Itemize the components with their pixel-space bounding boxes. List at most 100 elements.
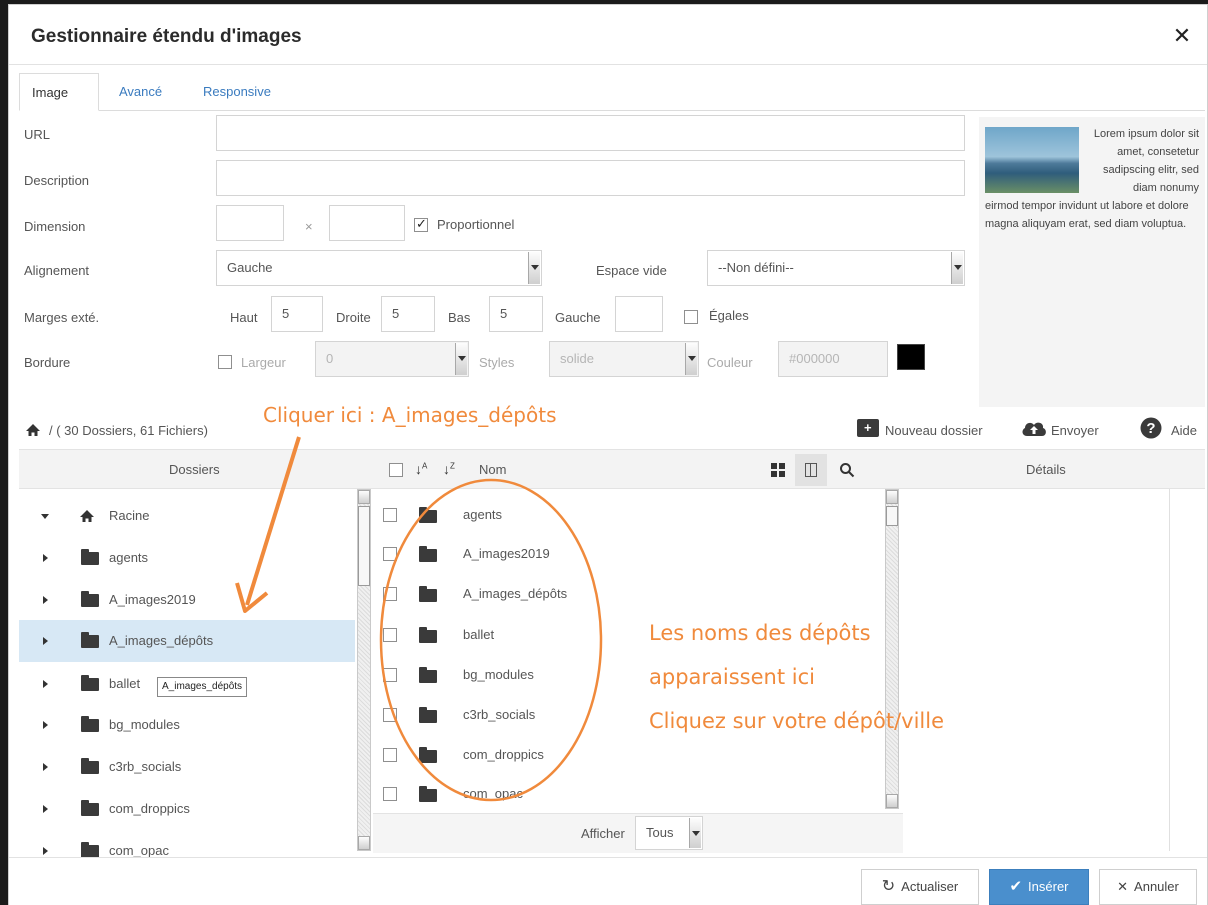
refresh-button[interactable]: ↻ Actualiser — [861, 869, 979, 905]
chevron-right-icon[interactable] — [43, 763, 48, 771]
tree-item-label: agents — [109, 550, 149, 565]
preview-panel: Lorem ipsum dolor sit amet, consetetur s… — [979, 117, 1205, 407]
sort-desc-icon[interactable]: ↓Z — [443, 461, 455, 477]
tree-item-com-opac[interactable]: com_opac — [19, 830, 355, 857]
col-details: Détails — [1026, 462, 1066, 477]
x-icon: ✕ — [1117, 879, 1129, 894]
scroll-thumb[interactable] — [886, 506, 898, 526]
chevron-down-icon — [455, 343, 467, 375]
search-icon[interactable] — [839, 462, 855, 478]
dialog-title: Gestionnaire étendu d'images — [31, 26, 302, 47]
alignement-select[interactable]: Gauche — [216, 250, 542, 286]
select-all-checkbox[interactable] — [389, 463, 403, 477]
tree-item-label: com_opac — [109, 843, 169, 857]
file-list-scrollbar[interactable] — [885, 489, 899, 809]
afficher-value: Tous — [646, 825, 674, 840]
help-icon[interactable]: ? — [1140, 417, 1162, 439]
height-input[interactable] — [329, 205, 405, 241]
tree-item-c3rb-socials[interactable]: c3rb_socials — [19, 746, 355, 788]
proportionnel-checkbox[interactable] — [414, 216, 428, 232]
chevron-right-icon[interactable] — [43, 637, 48, 645]
tree-item-label: A_images2019 — [109, 592, 196, 607]
chevron-right-icon[interactable] — [43, 596, 48, 604]
chevron-right-icon[interactable] — [43, 805, 48, 813]
refresh-label: Actualiser — [901, 879, 959, 894]
afficher-select[interactable]: Tous — [635, 816, 703, 850]
droite-input[interactable]: 5 — [381, 296, 435, 332]
tree-item-label: Racine — [109, 508, 150, 523]
url-label: URL — [24, 127, 51, 142]
folder-icon — [81, 549, 99, 565]
home-icon[interactable] — [25, 423, 41, 437]
home-icon — [80, 510, 94, 522]
chevron-right-icon[interactable] — [43, 721, 48, 729]
breadcrumb[interactable]: / ( 30 Dossiers, 61 Fichiers) — [49, 423, 208, 438]
tooltip: A_images_dépôts — [157, 677, 248, 697]
folder-tree-scrollbar[interactable] — [357, 489, 371, 851]
new-folder-button[interactable]: Nouveau dossier — [885, 423, 983, 438]
col-folders: Dossiers — [169, 462, 220, 477]
chevron-down-icon — [951, 252, 963, 284]
styles-value: solide — [560, 351, 594, 366]
close-icon[interactable]: ✕ — [1169, 23, 1195, 49]
scroll-down-button[interactable] — [886, 794, 898, 808]
tree-item-label: c3rb_socials — [109, 759, 182, 774]
list-view-icon[interactable] — [795, 454, 827, 486]
tree-item-label: A_images_dépôts — [109, 633, 214, 648]
url-input[interactable] — [216, 115, 965, 151]
description-label: Description — [24, 173, 90, 188]
tab-image[interactable]: Image — [19, 73, 99, 111]
tree-item-com-droppics[interactable]: com_droppics — [19, 788, 355, 830]
largeur-select[interactable]: 0 — [315, 341, 469, 377]
bordure-checkbox[interactable] — [218, 355, 232, 369]
new-folder-icon[interactable]: + — [857, 419, 879, 437]
insert-button[interactable]: ✔ Insérer — [989, 869, 1089, 905]
folder-icon — [81, 716, 99, 732]
scroll-thumb[interactable] — [358, 506, 370, 586]
insert-label: Insérer — [1028, 879, 1069, 894]
filemanager-header: Dossiers ↓A ↓Z Nom Détails — [19, 449, 1205, 489]
bordure-label: Bordure — [24, 355, 71, 370]
tab-avance[interactable]: Avancé — [107, 73, 174, 111]
tab-responsive[interactable]: Responsive — [191, 73, 283, 111]
chevron-down-icon — [685, 343, 697, 375]
col-name[interactable]: Nom — [479, 462, 506, 477]
bas-input[interactable]: 5 — [489, 296, 543, 332]
chevron-down-icon — [689, 818, 701, 848]
upload-cloud-icon[interactable] — [1020, 418, 1048, 438]
help-button[interactable]: Aide — [1171, 423, 1197, 438]
chevron-right-icon[interactable] — [43, 680, 48, 688]
grid-view-icon[interactable] — [771, 463, 785, 477]
marges-label: Marges exté. — [24, 310, 100, 325]
dimension-label: Dimension — [24, 219, 86, 234]
upload-button[interactable]: Envoyer — [1051, 423, 1099, 438]
scroll-down-button[interactable] — [358, 836, 370, 850]
width-input[interactable] — [216, 205, 284, 241]
scroll-up-button[interactable] — [358, 490, 370, 504]
scroll-up-button[interactable] — [886, 490, 898, 504]
espace-vide-select[interactable]: --Non défini-- — [707, 250, 965, 286]
gauche-label: Gauche — [555, 310, 601, 325]
gauche-input[interactable] — [615, 296, 663, 332]
styles-select[interactable]: solide — [549, 341, 699, 377]
egales-checkbox[interactable] — [684, 310, 698, 324]
couleur-input[interactable]: #000000 — [778, 341, 888, 377]
alignement-value: Gauche — [227, 260, 273, 275]
haut-input[interactable]: 5 — [271, 296, 323, 332]
color-swatch[interactable] — [897, 344, 925, 370]
dimension-times: × — [305, 219, 313, 234]
preview-image — [985, 127, 1079, 193]
cancel-button[interactable]: ✕ Annuler — [1099, 869, 1197, 905]
tree-item-bg-modules[interactable]: bg_modules — [19, 704, 355, 746]
annotation-ellipse — [379, 478, 603, 802]
check-icon: ✔ — [1009, 878, 1023, 895]
tree-item-label: ballet — [109, 676, 141, 691]
chevron-right-icon[interactable] — [43, 554, 48, 562]
sort-asc-icon[interactable]: ↓A — [415, 461, 427, 477]
tab-bar: Image Avancé Responsive — [19, 73, 1205, 111]
annotation-line-1: Les noms des dépôts — [649, 621, 871, 645]
chevron-down-icon[interactable] — [41, 514, 49, 519]
alignement-label: Alignement — [24, 263, 90, 278]
description-input[interactable] — [216, 160, 965, 196]
chevron-right-icon[interactable] — [43, 847, 48, 855]
